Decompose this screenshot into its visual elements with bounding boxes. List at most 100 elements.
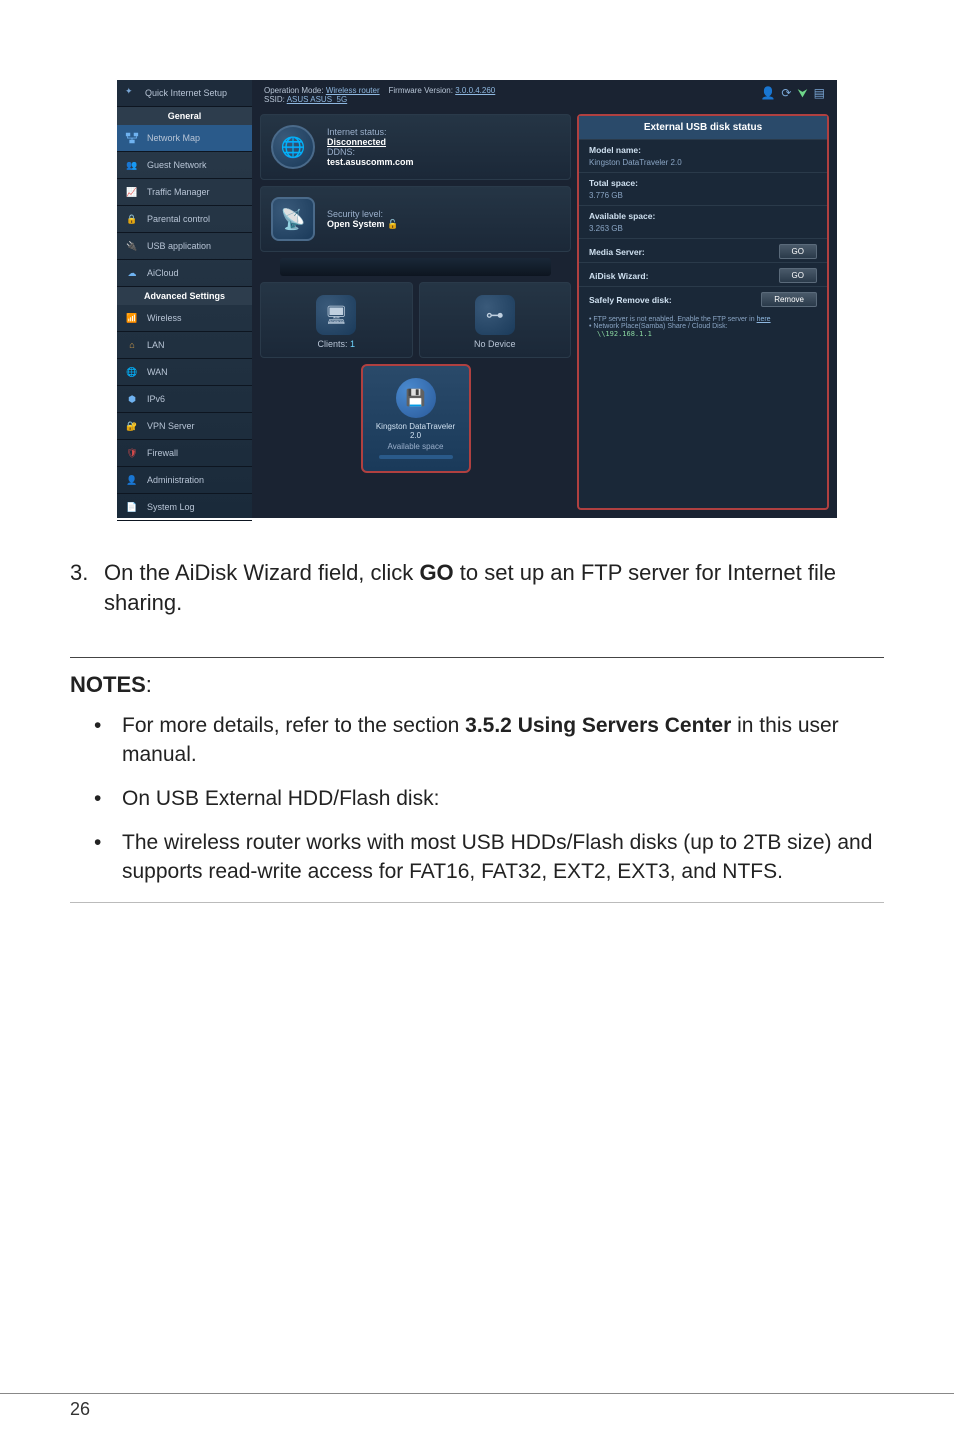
admin-icon: 👤	[125, 473, 139, 487]
page-number: 26	[70, 1399, 90, 1420]
sidebar-item-label: Firewall	[147, 448, 178, 458]
separator-bottom	[70, 902, 884, 903]
media-row: Media Server: GO	[579, 238, 827, 262]
section-advanced: Advanced Settings	[117, 287, 252, 305]
usb-slot-tile[interactable]: ⊶ No Device	[419, 282, 572, 358]
media-go-button[interactable]: GO	[779, 244, 817, 259]
sidebar-item-network-map[interactable]: Network Map	[117, 125, 252, 152]
samba-note: Network Place(Samba) Share / Cloud Disk:	[589, 323, 817, 330]
usb-device-icon: 💾	[396, 378, 436, 418]
internet-status-value: Disconnected	[327, 137, 560, 147]
usb-device-tile[interactable]: 💾 Kingston DataTraveler 2.0 Available sp…	[361, 364, 471, 473]
step-text-bold: GO	[419, 560, 453, 585]
avail-row: Available space:	[579, 205, 827, 224]
globe-icon: 🌐	[271, 125, 315, 169]
help-icon[interactable]: ▤	[814, 86, 825, 101]
log-icon: 📄	[125, 500, 139, 514]
lock-icon: 🔒	[125, 212, 139, 226]
reboot-icon[interactable]: ⟳	[781, 86, 791, 101]
sidebar-item-lan[interactable]: ⌂ LAN	[117, 332, 252, 359]
separator-top	[70, 657, 884, 658]
ddns-label: DDNS:	[327, 147, 560, 157]
note-2: On USB External HDD/Flash disk:	[94, 785, 884, 813]
wifi-icon: 📶	[125, 311, 139, 325]
sidebar-item-label: IPv6	[147, 394, 165, 404]
clients-icon: 🖥	[316, 295, 356, 335]
usb-icon: 🔌	[125, 239, 139, 253]
aidisk-go-button[interactable]: GO	[779, 268, 817, 283]
security-tile[interactable]: 📡 Security level: Open System 🔓	[260, 186, 571, 252]
sidebar-item-label: Traffic Manager	[147, 187, 210, 197]
opmode-link[interactable]: Wireless router	[326, 86, 380, 95]
sidebar-item-system-log[interactable]: 📄 System Log	[117, 494, 252, 521]
sidebar-item-label: Network Map	[147, 133, 200, 143]
total-row: Total space:	[579, 172, 827, 191]
sidebar-item-traffic-manager[interactable]: 📈 Traffic Manager	[117, 179, 252, 206]
total-value: 3.776 GB	[579, 191, 827, 205]
sidebar-item-firewall[interactable]: 🛡 Firewall	[117, 440, 252, 467]
sidebar-item-ipv6[interactable]: ⬢ IPv6	[117, 386, 252, 413]
ssid-link[interactable]: ASUS ASUS_5G	[287, 95, 347, 104]
sidebar-item-wireless[interactable]: 📶 Wireless	[117, 305, 252, 332]
lan-icon: ⌂	[125, 338, 139, 352]
model-row: Model name:	[579, 139, 827, 158]
section-general: General	[117, 107, 252, 125]
sidebar: ✦ Quick Internet Setup General Network M…	[117, 80, 252, 518]
sidebar-item-label: LAN	[147, 340, 165, 350]
sidebar-item-parental-control[interactable]: 🔒 Parental control	[117, 206, 252, 233]
ftp-here-link[interactable]: here	[757, 316, 771, 323]
bottom-tiles: 🖥 Clients: 1 ⊶ No Device	[260, 282, 571, 358]
qis-label: Quick Internet Setup	[145, 88, 227, 98]
remove-row: Safely Remove disk: Remove	[579, 286, 827, 310]
usb-device-avail: Available space	[371, 442, 461, 451]
router-screenshot: ✦ Quick Internet Setup General Network M…	[117, 80, 837, 518]
topbar: Operation Mode: Wireless router Firmware…	[256, 84, 833, 110]
step-text: On the AiDisk Wizard field, click GO to …	[104, 558, 884, 617]
step-3: 3. On the AiDisk Wizard field, click GO …	[70, 558, 884, 617]
sidebar-item-wan[interactable]: 🌐 WAN	[117, 359, 252, 386]
panel-notes: FTP server is not enabled. Enable the FT…	[579, 310, 827, 344]
topbar-icons: 👤 ⟳ ⮟ ▤	[760, 86, 825, 101]
usb-slot-text: No Device	[428, 339, 563, 349]
sidebar-item-label: Parental control	[147, 214, 210, 224]
internet-status-tile[interactable]: 🌐 Internet status: Disconnected DDNS: te…	[260, 114, 571, 180]
panel-header: External USB disk status	[579, 116, 827, 139]
sidebar-item-label: VPN Server	[147, 421, 195, 431]
model-label: Model name:	[589, 145, 641, 155]
clients-text: Clients: 1	[269, 339, 404, 349]
notes-list: For more details, refer to the section 3…	[94, 712, 884, 886]
quick-internet-setup[interactable]: ✦ Quick Internet Setup	[117, 80, 252, 107]
firewall-icon: 🛡	[125, 446, 139, 460]
sidebar-item-administration[interactable]: 👤 Administration	[117, 467, 252, 494]
sidebar-item-vpn-server[interactable]: 🔐 VPN Server	[117, 413, 252, 440]
vpn-icon: 🔐	[125, 419, 139, 433]
avail-value: 3.263 GB	[579, 224, 827, 238]
sidebar-item-label: System Log	[147, 502, 195, 512]
notes-heading: NOTES:	[70, 672, 884, 698]
remove-button[interactable]: Remove	[761, 292, 817, 307]
sidebar-item-guest-network[interactable]: 👥 Guest Network	[117, 152, 252, 179]
note-1: For more details, refer to the section 3…	[94, 712, 884, 769]
logout-icon[interactable]: 👤	[760, 86, 775, 101]
language-icon[interactable]: ⮟	[797, 86, 807, 101]
ddns-value: test.asuscomm.com	[327, 157, 560, 167]
usb-space-bar	[379, 455, 453, 459]
left-column: 🌐 Internet status: Disconnected DDNS: te…	[260, 114, 571, 510]
model-value: Kingston DataTraveler 2.0	[579, 158, 827, 172]
main-body: 🌐 Internet status: Disconnected DDNS: te…	[256, 110, 833, 514]
sidebar-item-label: Administration	[147, 475, 204, 485]
note-3: The wireless router works with most USB …	[94, 829, 884, 886]
external-usb-panel: External USB disk status Model name: Kin…	[577, 114, 829, 510]
sidebar-item-usb-application[interactable]: 🔌 USB application	[117, 233, 252, 260]
wan-icon: 🌐	[125, 365, 139, 379]
traffic-icon: 📈	[125, 185, 139, 199]
router-icon: 📡	[271, 197, 315, 241]
internet-status-label: Internet status:	[327, 127, 560, 137]
ssid-label: SSID:	[264, 95, 285, 104]
sidebar-item-label: Wireless	[147, 313, 182, 323]
sidebar-item-aicloud[interactable]: ☁ AiCloud	[117, 260, 252, 287]
internet-info: Internet status: Disconnected DDNS: test…	[327, 127, 560, 167]
sidebar-item-label: Guest Network	[147, 160, 207, 170]
fw-link[interactable]: 3.0.0.4.260	[455, 86, 495, 95]
clients-tile[interactable]: 🖥 Clients: 1	[260, 282, 413, 358]
